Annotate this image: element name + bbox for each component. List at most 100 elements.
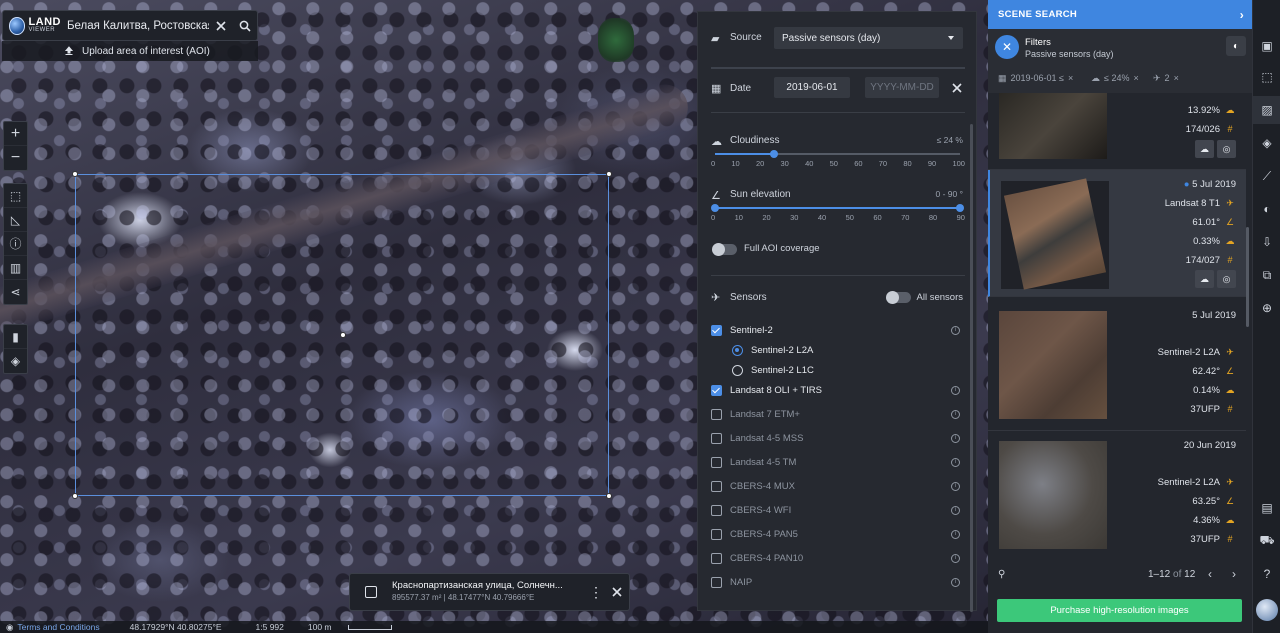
info-icon[interactable]: i bbox=[951, 385, 960, 395]
download-button[interactable]: ☁ bbox=[1195, 270, 1214, 288]
zoom-in-button[interactable]: + bbox=[4, 122, 27, 146]
sensor-option[interactable]: NAIP i bbox=[711, 573, 965, 591]
date-to-input[interactable]: YYYY-MM-DD bbox=[865, 77, 939, 98]
sensor-option[interactable]: CBERS-4 PAN10 i bbox=[711, 549, 965, 567]
aoi-center-handle[interactable] bbox=[340, 332, 346, 338]
compare-rail-button[interactable]: ⧉ bbox=[1253, 261, 1280, 289]
aoi-rail-button[interactable]: ⬚ bbox=[1253, 63, 1280, 91]
aoi-menu-button[interactable]: ⋮ bbox=[587, 580, 605, 604]
info-tool-button[interactable]: ⓘ bbox=[4, 232, 27, 256]
download-rail-button[interactable]: ⇩ bbox=[1253, 228, 1280, 256]
cloudiness-slider[interactable] bbox=[715, 150, 960, 158]
info-icon[interactable]: i bbox=[951, 409, 960, 419]
statistics-button[interactable]: ▮ bbox=[4, 325, 27, 349]
download-button[interactable]: ☁ bbox=[1195, 140, 1214, 158]
sensor-option[interactable]: Sentinel-2 i bbox=[711, 321, 965, 339]
basemap-button[interactable]: ▥ bbox=[4, 256, 27, 280]
close-filters-button[interactable]: ✕ bbox=[995, 35, 1019, 59]
info-icon[interactable]: i bbox=[951, 433, 960, 443]
aoi-handle[interactable] bbox=[72, 171, 78, 177]
measure-button[interactable]: ◺ bbox=[4, 208, 27, 232]
scene-result-selected[interactable]: ● 5 Jul 2019 Landsat 8 T1 ✈ 61.01° ∠ 0.33%… bbox=[988, 170, 1246, 297]
contrast-rail-button[interactable]: ◐ bbox=[1253, 195, 1280, 223]
sensor-chip[interactable]: ✈ 2 × bbox=[1153, 70, 1179, 86]
info-icon[interactable]: i bbox=[951, 577, 960, 587]
profile-avatar[interactable] bbox=[1253, 596, 1280, 624]
sun-elevation-slider[interactable] bbox=[711, 204, 964, 212]
aoi-rectangle[interactable] bbox=[72, 171, 612, 499]
aoi-handle[interactable] bbox=[606, 493, 612, 499]
sensor-checkbox[interactable] bbox=[711, 552, 722, 564]
sensor-option[interactable]: CBERS-4 WFI i bbox=[711, 501, 965, 519]
sun-max-knob[interactable] bbox=[956, 204, 964, 212]
info-icon[interactable]: i bbox=[951, 505, 960, 515]
preview-button[interactable]: ◎ bbox=[1217, 270, 1236, 288]
info-icon[interactable]: i bbox=[951, 529, 960, 539]
terms-link[interactable]: Terms and Conditions bbox=[17, 622, 99, 632]
aoi-handle[interactable] bbox=[606, 171, 612, 177]
sensor-checkbox[interactable] bbox=[711, 384, 722, 396]
draw-aoi-button[interactable]: ⬚ bbox=[4, 184, 27, 208]
sensor-option[interactable]: Landsat 4-5 TM i bbox=[711, 453, 965, 471]
sensor-option[interactable]: Landsat 7 ETM+ i bbox=[711, 405, 965, 423]
sensor-checkbox[interactable] bbox=[711, 576, 722, 588]
sensor-option[interactable]: CBERS-4 PAN5 i bbox=[711, 525, 965, 543]
results-scrollbar[interactable] bbox=[1246, 227, 1249, 327]
gallery-rail-button[interactable]: ▨ bbox=[1253, 96, 1280, 124]
timeline-rail-button[interactable]: ⟋ bbox=[1253, 162, 1280, 190]
search-input[interactable]: Белая Калитва, Ростовская... bbox=[61, 20, 209, 32]
source-select[interactable]: Passive sensors (day) bbox=[774, 27, 963, 49]
info-icon[interactable]: i bbox=[951, 457, 960, 467]
info-icon[interactable]: i bbox=[951, 325, 960, 335]
scene-result[interactable]: 13.92% ☁ 174/026 # ☁ ◎ bbox=[988, 93, 1246, 170]
all-sensors-toggle[interactable] bbox=[886, 291, 911, 304]
aoi-handle[interactable] bbox=[72, 493, 78, 499]
clear-date-button[interactable] bbox=[945, 76, 969, 100]
help-rail-button[interactable]: ? bbox=[1253, 560, 1280, 588]
layers-rail-button[interactable]: ◈ bbox=[1253, 129, 1280, 157]
next-page-button[interactable]: › bbox=[1232, 567, 1236, 581]
cloud-chip[interactable]: ☁ ≤ 24% × bbox=[1091, 70, 1139, 86]
date-chip[interactable]: ▦ 2019-06-01 ≤ × bbox=[998, 70, 1073, 86]
contrast-toggle-button[interactable]: ◐ bbox=[1226, 36, 1246, 56]
sensor-checkbox[interactable] bbox=[711, 456, 722, 468]
purchase-button[interactable]: Purchase high-resolution images bbox=[997, 599, 1242, 622]
landviewer-logo[interactable]: LAND VIEWER bbox=[3, 11, 61, 40]
sensor-option[interactable]: Sentinel-2 L1C bbox=[711, 361, 965, 379]
scene-search-rail-button[interactable]: ▣ bbox=[1253, 32, 1280, 60]
filter-scrollbar[interactable] bbox=[970, 124, 973, 612]
cloudiness-knob[interactable] bbox=[769, 150, 778, 158]
sensor-radio[interactable] bbox=[732, 364, 743, 376]
sensor-checkbox[interactable] bbox=[711, 504, 722, 516]
zoom-out-button[interactable]: − bbox=[4, 146, 27, 170]
sensor-radio[interactable] bbox=[732, 344, 743, 356]
scene-result[interactable]: 5 Jul 2019 Sentinel-2 L2A ✈ 62.42° ∠ 0.14%… bbox=[988, 297, 1246, 431]
search-button[interactable] bbox=[233, 14, 257, 38]
export-rail-button[interactable]: ⊕ bbox=[1253, 294, 1280, 322]
sensor-checkbox[interactable] bbox=[711, 480, 722, 492]
prev-page-button[interactable]: ‹ bbox=[1208, 567, 1212, 581]
collapse-panel-button[interactable]: › bbox=[1240, 8, 1244, 22]
chat-rail-button[interactable]: ▤ bbox=[1253, 494, 1280, 522]
sensor-option[interactable]: CBERS-4 MUX i bbox=[711, 477, 965, 495]
sensor-option[interactable]: Landsat 4-5 MSS i bbox=[711, 429, 965, 447]
date-from-input[interactable]: 2019-06-01 bbox=[774, 77, 850, 98]
sensor-checkbox[interactable] bbox=[711, 408, 722, 420]
info-icon[interactable]: i bbox=[951, 553, 960, 563]
sensor-option[interactable]: Landsat 8 OLI + TIRS i bbox=[711, 381, 965, 399]
info-icon[interactable]: i bbox=[951, 481, 960, 491]
scene-result[interactable]: 20 Jun 2019 Sentinel-2 L2A ✈ 63.25° ∠ 4.36… bbox=[988, 431, 1246, 560]
share-button[interactable]: ⋖ bbox=[4, 280, 27, 304]
sun-min-knob[interactable] bbox=[711, 204, 719, 212]
upload-aoi-button[interactable]: Upload area of interest (AOI) bbox=[2, 41, 258, 61]
sensor-checkbox[interactable] bbox=[711, 528, 722, 540]
sensor-checkbox[interactable] bbox=[711, 432, 722, 444]
sensor-checkbox[interactable] bbox=[711, 324, 722, 336]
3d-view-button[interactable]: ◈ bbox=[4, 349, 27, 373]
preview-button[interactable]: ◎ bbox=[1217, 140, 1236, 158]
clear-search-button[interactable] bbox=[209, 14, 233, 38]
aoi-close-button[interactable] bbox=[605, 580, 629, 604]
cart-rail-button[interactable]: ⛟ bbox=[1253, 527, 1280, 555]
sensor-option[interactable]: Sentinel-2 L2A bbox=[711, 341, 965, 359]
full-aoi-toggle[interactable] bbox=[712, 243, 737, 256]
